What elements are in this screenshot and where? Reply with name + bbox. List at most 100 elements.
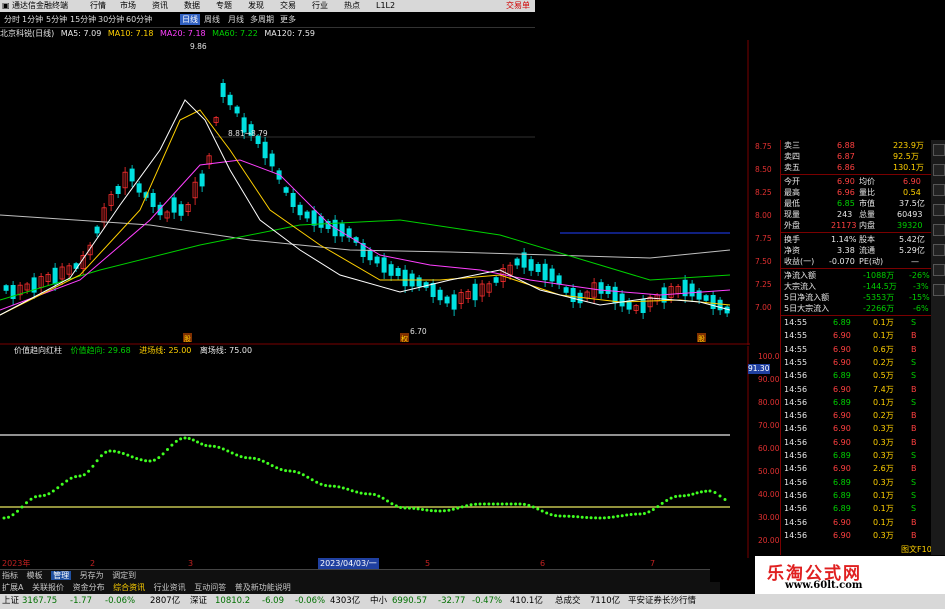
period-8[interactable]: 月线: [228, 14, 244, 25]
tick-row: 14:56 6.89 0.1万 S: [781, 503, 931, 514]
period-9[interactable]: 多周期: [250, 14, 274, 25]
period-2[interactable]: 5分钟: [46, 14, 67, 25]
side-tool-icon[interactable]: [933, 284, 945, 296]
period-6[interactable]: 日线: [180, 14, 200, 25]
indicator-chart[interactable]: [0, 346, 750, 558]
tick-time: 14:56: [784, 504, 808, 514]
menu-item-7[interactable]: 行业: [312, 0, 328, 12]
trend-dot: [226, 449, 230, 453]
menu-item-8[interactable]: 热点: [344, 0, 360, 12]
trend-dot: [315, 480, 319, 484]
moving-average-line: [0, 109, 731, 316]
tick-direction: B: [911, 530, 917, 540]
candle-body: [311, 210, 317, 226]
tick-direction: S: [911, 451, 917, 460]
trend-dot: [585, 516, 589, 519]
trend-dot: [474, 502, 478, 506]
stat-value: —: [911, 257, 919, 266]
tick-row: 14:55 6.90 0.6万 B: [781, 344, 931, 355]
info-tab-0[interactable]: 扩展A: [2, 583, 23, 592]
menu-item-0[interactable]: 行情: [90, 0, 106, 12]
trend-dot: [148, 459, 152, 463]
trend-dot: [112, 449, 116, 453]
price-axis-label-4: 7.75: [755, 234, 772, 243]
ask-label: 卖五: [784, 163, 800, 172]
stat-label: 量比: [859, 188, 875, 197]
trend-dot: [275, 466, 279, 470]
tick-price: 6.90: [833, 384, 851, 394]
f10-link[interactable]: 图文F10: [901, 544, 932, 555]
flow-pct: -6%: [913, 304, 929, 313]
period-3[interactable]: 15分钟: [70, 14, 96, 25]
menu-item-6[interactable]: 交易: [280, 0, 296, 12]
period-1[interactable]: 1分钟: [22, 14, 43, 25]
trend-dot: [695, 491, 699, 495]
sh-index-name[interactable]: 上证: [2, 594, 19, 609]
trade-menu[interactable]: 交易单: [506, 0, 530, 12]
side-tool-icon[interactable]: [933, 164, 945, 176]
trend-dot: [161, 452, 165, 456]
menu-item-3[interactable]: 数据: [184, 0, 200, 12]
stat-label: 总量: [859, 210, 875, 219]
side-tool-icon[interactable]: [933, 264, 945, 276]
side-tool-icon[interactable]: [933, 224, 945, 236]
trend-dot: [678, 494, 682, 498]
period-10[interactable]: 更多: [280, 14, 296, 25]
candlestick-chart[interactable]: 9.86 8.81→8.79 6.70 股 权 股: [0, 40, 750, 345]
tick-volume: 0.1万: [873, 318, 894, 327]
trend-dot: [660, 501, 664, 505]
price-axis-label-5: 7.50: [755, 257, 772, 266]
tick-direction: S: [911, 357, 917, 367]
info-tab-2[interactable]: 资金分布: [73, 583, 105, 592]
side-tool-icon[interactable]: [933, 184, 945, 196]
tick-direction: B: [911, 344, 917, 354]
tick-row: 14:56 6.90 7.4万 B: [781, 384, 931, 395]
period-7[interactable]: 周线: [204, 14, 220, 25]
sz-index-name[interactable]: 深证: [190, 594, 207, 609]
trend-dot: [95, 459, 99, 463]
info-tab-3[interactable]: 综合资讯: [113, 583, 145, 592]
trend-dot: [665, 499, 669, 502]
trend-dot: [355, 490, 359, 494]
broker-name[interactable]: 平安证券长沙行情: [628, 594, 696, 609]
trend-dot: [531, 505, 535, 509]
candle-body: [220, 83, 226, 98]
info-tab-6[interactable]: 普及新功能说明: [235, 583, 291, 592]
info-tab-5[interactable]: 互动问答: [194, 583, 226, 592]
tab-4[interactable]: 调定到: [112, 571, 136, 580]
zx-index-name[interactable]: 中小: [370, 594, 387, 609]
menu-item-2[interactable]: 资讯: [152, 0, 168, 12]
tick-price: 6.90: [833, 464, 851, 474]
side-tool-icon[interactable]: [933, 144, 945, 156]
menu-item-1[interactable]: 市场: [120, 0, 136, 12]
tab-0[interactable]: 指标: [2, 571, 18, 580]
stat-value: 6.90: [903, 177, 921, 186]
info-tab-1[interactable]: 关联报价: [32, 583, 64, 592]
menu-item-4[interactable]: 专题: [216, 0, 232, 12]
menu-item-5[interactable]: 发现: [248, 0, 264, 12]
trend-dot: [554, 514, 558, 518]
side-tool-icon[interactable]: [933, 244, 945, 256]
ind-axis-label-5: 50.00: [758, 467, 780, 476]
trend-dot: [562, 514, 566, 518]
menu-item-9[interactable]: L1L2: [376, 0, 395, 12]
trend-dot: [496, 502, 500, 506]
mid-price-label: 8.81→8.79: [228, 129, 268, 138]
candle-body: [304, 211, 310, 219]
trend-dot: [607, 516, 611, 519]
tab-1[interactable]: 模板: [27, 571, 43, 580]
candle-body: [521, 252, 527, 268]
info-tab-4[interactable]: 行业资讯: [154, 583, 186, 592]
ma60-label: MA60: 7.22: [212, 29, 258, 38]
tick-direction: B: [911, 331, 917, 341]
site-watermark: 乐淘公式网 www.60lt.com: [755, 556, 945, 594]
trend-dot: [656, 505, 660, 509]
tab-2[interactable]: 管理: [51, 571, 72, 580]
period-4[interactable]: 30分钟: [98, 14, 124, 25]
period-5[interactable]: 60分钟: [126, 14, 152, 25]
trend-dot: [16, 509, 19, 513]
tab-3[interactable]: 另存为: [80, 571, 104, 580]
period-0[interactable]: 分时: [4, 14, 20, 25]
side-tool-icon[interactable]: [933, 204, 945, 216]
tick-row: 14:56 6.90 0.3万 B: [781, 530, 931, 541]
